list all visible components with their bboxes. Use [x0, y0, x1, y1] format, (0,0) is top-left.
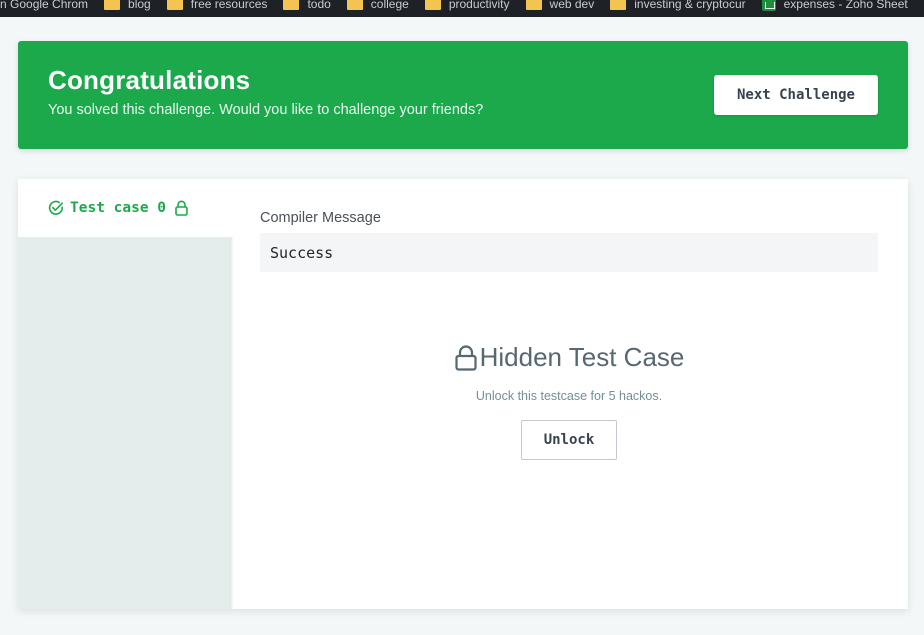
hidden-test-case-title: Hidden Test Case	[479, 342, 685, 372]
tab-test-case-0[interactable]: Test case 0	[18, 179, 230, 237]
congratulations-banner: Congratulations You solved this challeng…	[18, 41, 908, 149]
compiler-message-output: Success	[260, 233, 878, 272]
unlock-cost-note: Unlock this testcase for 5 hackos.	[475, 389, 663, 403]
bookmark-label: n Google Chrom	[0, 0, 89, 11]
bookmark-expenses[interactable]: expenses - Zoho Sheet	[761, 0, 924, 11]
bookmark-label: productivity	[448, 0, 510, 11]
bookmark-label: blog	[128, 0, 151, 11]
hidden-test-case-heading: Hidden Test Case	[454, 342, 685, 373]
bookmark-item[interactable]: n Google Chrom	[0, 0, 104, 11]
bookmark-folder-web-dev[interactable]: web dev	[525, 0, 611, 11]
bookmark-label: college	[370, 0, 409, 11]
check-circle-icon	[48, 200, 64, 215]
tab-label: Test case 0	[70, 200, 167, 216]
compiler-message-text: Success	[270, 243, 334, 262]
bookmark-label: todo	[307, 0, 331, 11]
testcase-sidebar: Test case 0	[18, 179, 230, 609]
compiler-message-label: Compiler Message	[260, 210, 381, 226]
test-results-panel: Test case 0 Compiler Message Success Hid…	[18, 179, 908, 609]
bookmark-folder-blog[interactable]: blog	[104, 0, 167, 11]
bookmark-folder-free-resources[interactable]: free resources	[166, 0, 284, 11]
bookmark-label: investing & cryptocur	[634, 0, 746, 11]
hidden-test-case-section: Hidden Test Case Unlock this testcase fo…	[260, 342, 878, 460]
bookmark-folder-todo[interactable]: todo	[283, 0, 346, 11]
folder-icon	[166, 0, 183, 10]
bookmark-label: free resources	[190, 0, 268, 11]
folder-icon	[525, 0, 542, 10]
unlock-button[interactable]: Unlock	[521, 420, 617, 460]
bookmark-folder-college[interactable]: college	[346, 0, 425, 11]
bookmark-folder-productivity[interactable]: productivity	[424, 0, 526, 11]
banner-subtitle: You solved this challenge. Would you lik…	[48, 102, 484, 118]
folder-icon	[610, 0, 627, 10]
bookmarks-bar: n Google Chrom blog free resources todo …	[0, 0, 924, 17]
spreadsheet-icon	[761, 0, 776, 11]
bookmark-label: expenses - Zoho Sheet	[783, 0, 908, 11]
banner-title: Congratulations	[48, 65, 251, 95]
folder-icon	[283, 0, 300, 10]
folder-icon	[424, 0, 441, 10]
next-challenge-button[interactable]: Next Challenge	[714, 75, 878, 115]
folder-icon	[346, 0, 363, 10]
bookmark-folder-investing[interactable]: investing & cryptocur	[610, 0, 761, 11]
sidebar-divider	[230, 237, 234, 609]
lock-icon	[455, 344, 477, 371]
bookmark-label: web dev	[549, 0, 595, 11]
lock-icon	[175, 200, 188, 216]
folder-icon	[104, 0, 121, 10]
